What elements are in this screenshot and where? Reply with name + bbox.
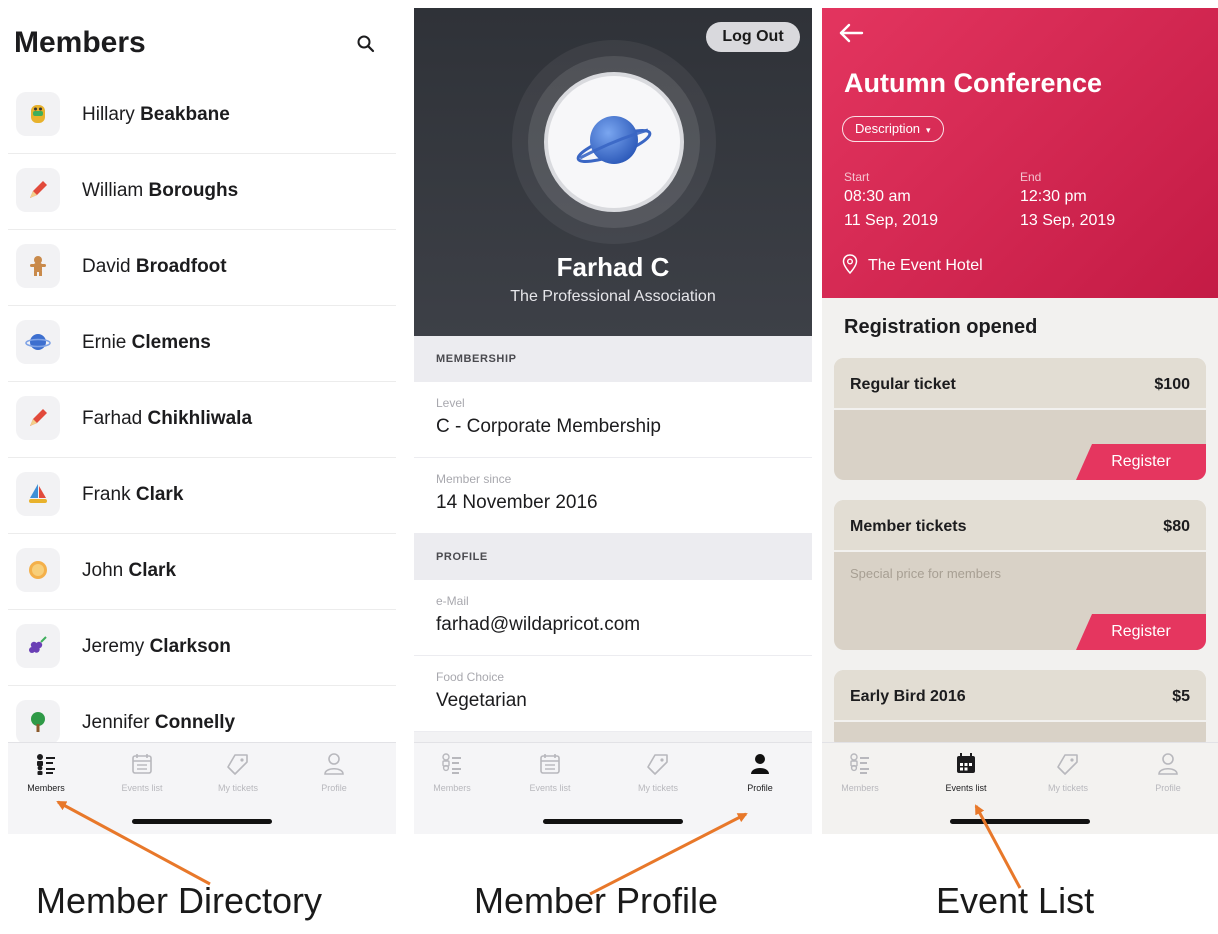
arrow-to-events-tab bbox=[974, 804, 1022, 889]
caption-member-profile: Member Profile bbox=[474, 880, 719, 921]
caption-event-list: Event List bbox=[936, 880, 1095, 921]
caption-member-directory: Member Directory bbox=[36, 880, 323, 921]
annotation-arrows bbox=[56, 800, 1022, 896]
arrow-to-members-tab bbox=[56, 800, 211, 886]
